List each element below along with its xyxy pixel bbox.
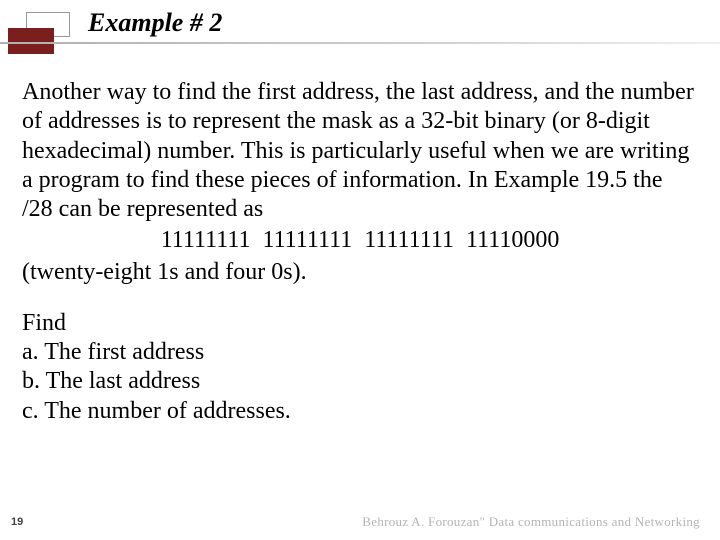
task-c: c. The number of addresses.: [22, 397, 698, 426]
binary-mask-line: 11111111 11111111 11111111 11110000: [22, 226, 698, 255]
task-list: Find a. The first address b. The last ad…: [22, 309, 698, 426]
slide-ornament: [0, 0, 80, 60]
ornament-square-maroon: [8, 28, 54, 54]
task-a: a. The first address: [22, 338, 698, 367]
find-label: Find: [22, 309, 698, 338]
page-number: 19: [11, 516, 23, 528]
footer-credit: Behrouz A. Forouzan" Data communications…: [362, 514, 700, 530]
binary-mask-explanation: (twenty-eight 1s and four 0s).: [22, 258, 698, 287]
slide-title: Example # 2: [88, 8, 222, 38]
title-underline: [0, 42, 720, 44]
slide-body: Another way to find the first address, t…: [22, 78, 698, 426]
task-b: b. The last address: [22, 367, 698, 396]
intro-paragraph: Another way to find the first address, t…: [22, 78, 698, 224]
